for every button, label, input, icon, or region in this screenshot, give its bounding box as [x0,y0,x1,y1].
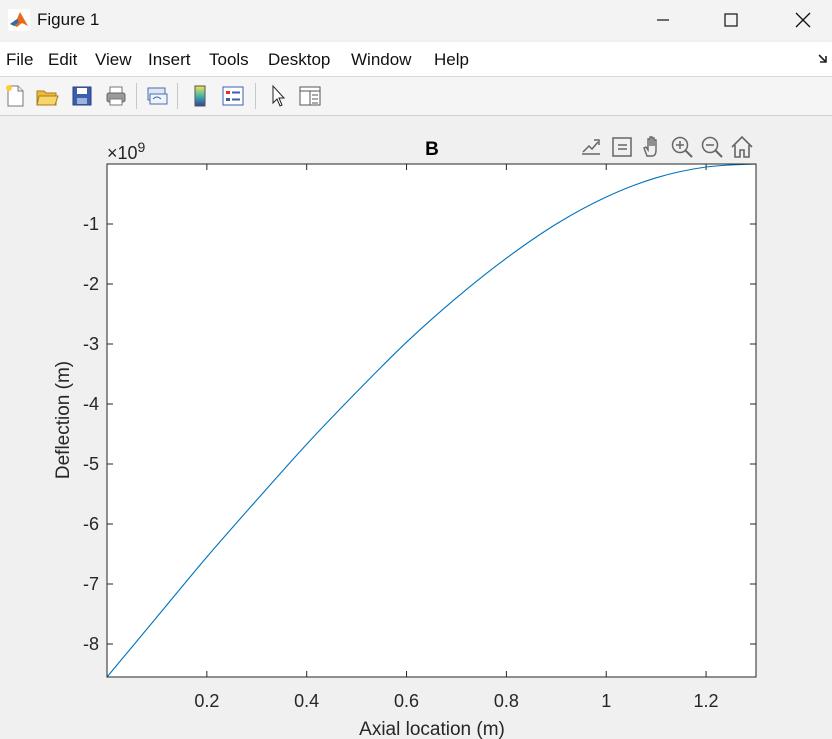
home-icon [731,135,753,158]
restore-view-button[interactable] [729,134,755,160]
y-tick-label: -1 [83,214,99,234]
zoom-out-button[interactable] [699,134,725,160]
zoom-out-icon [701,136,723,158]
y-axis-label: Deflection (m) [53,361,74,479]
y-tick-label: -2 [83,274,99,294]
x-tick-label: 0.8 [494,691,519,711]
export-button[interactable] [578,134,604,160]
y-tick-label: -5 [83,454,99,474]
y-tick-label: -7 [83,574,99,594]
y-tick-label: -3 [83,334,99,354]
pan-button[interactable] [639,134,665,160]
x-tick-label: 1.2 [694,691,719,711]
x-axis-label: Axial location (m) [359,719,505,739]
x-tick-label: 1 [601,691,611,711]
axes-background [107,164,756,677]
x-tick-label: 0.2 [194,691,219,711]
data-tips-button[interactable] [609,134,635,160]
export-icon [582,139,600,155]
plot-axes[interactable]: ×109 B Axial location (m) Deflection (m)… [0,0,832,739]
chart-title: B [425,139,439,160]
pan-icon [643,136,657,157]
data-tips-icon [612,137,632,157]
y-exponent-label: ×109 [107,139,146,163]
x-tick-label: 0.6 [394,691,419,711]
y-tick-label: -8 [83,634,99,654]
x-tick-label: 0.4 [294,691,319,711]
zoom-in-icon [671,136,693,158]
zoom-in-button[interactable] [669,134,695,160]
y-tick-label: -4 [83,394,99,414]
y-tick-label: -6 [83,514,99,534]
